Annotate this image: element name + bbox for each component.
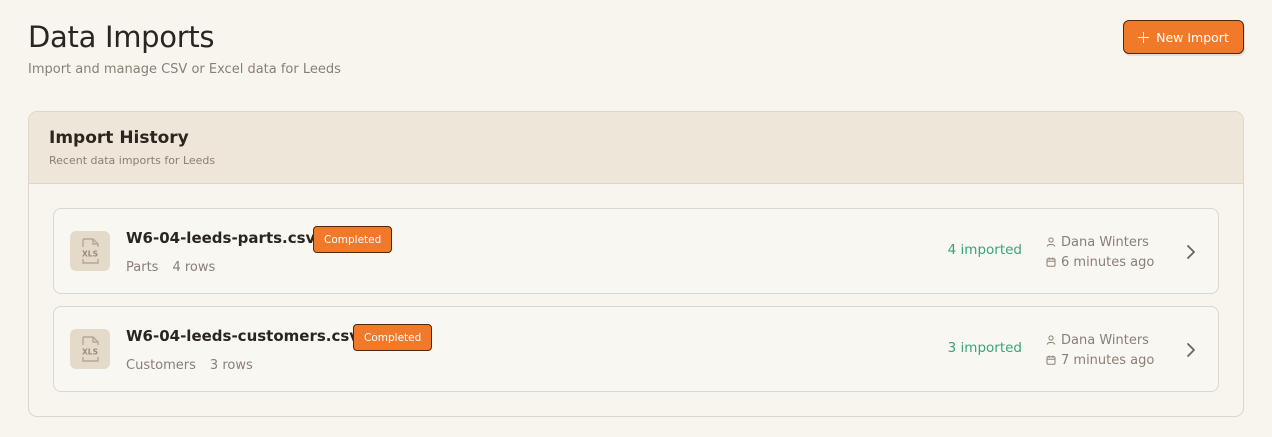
user-icon	[1046, 335, 1056, 345]
imported-count: 3 imported	[947, 340, 1022, 356]
import-row-customers[interactable]: XLS W6-04-leeds-customers.csv Completed …	[53, 306, 1219, 392]
import-row-parts[interactable]: XLS W6-04-leeds-parts.csv Completed Part…	[53, 208, 1219, 294]
data-imports-page: Data Imports Import and manage CSV or Ex…	[0, 0, 1272, 437]
import-time: 7 minutes ago	[1061, 352, 1155, 368]
new-import-button[interactable]: New Import	[1123, 20, 1244, 54]
import-author: Dana Winters 6 minutes ago	[1046, 232, 1154, 272]
svg-text:XLS: XLS	[82, 250, 98, 259]
import-type: Parts	[126, 260, 159, 275]
import-type: Customers	[126, 358, 196, 373]
plus-icon	[1138, 31, 1150, 43]
status-badge: Completed	[353, 324, 433, 351]
import-author: Dana Winters 7 minutes ago	[1046, 330, 1154, 370]
xls-file-icon: XLS	[70, 231, 110, 271]
file-name: W6-04-leeds-parts.csv	[126, 229, 316, 247]
import-history-card: Import History Recent data imports for L…	[28, 111, 1244, 417]
xls-file-icon: XLS	[70, 329, 110, 369]
import-meta: Customers 3 rows	[126, 358, 253, 373]
card-title: Import History	[49, 128, 189, 148]
calendar-icon	[1046, 257, 1056, 267]
user-name: Dana Winters	[1061, 234, 1149, 250]
user-icon	[1046, 237, 1056, 247]
import-time: 6 minutes ago	[1061, 254, 1155, 270]
calendar-icon	[1046, 355, 1056, 365]
file-name: W6-04-leeds-customers.csv	[126, 327, 360, 345]
import-meta: Parts 4 rows	[126, 260, 215, 275]
imported-count: 4 imported	[947, 242, 1022, 258]
user-name: Dana Winters	[1061, 332, 1149, 348]
chevron-right-icon[interactable]	[1184, 243, 1198, 261]
card-subtitle: Recent data imports for Leeds	[49, 154, 216, 167]
svg-text:XLS: XLS	[82, 348, 98, 357]
page-subtitle: Import and manage CSV or Excel data for …	[28, 62, 341, 77]
page-title: Data Imports	[28, 20, 215, 54]
card-header: Import History Recent data imports for L…	[29, 112, 1243, 184]
row-count: 4 rows	[172, 260, 216, 275]
status-badge: Completed	[313, 226, 393, 253]
new-import-label: New Import	[1156, 29, 1229, 45]
chevron-right-icon[interactable]	[1184, 341, 1198, 359]
row-count: 3 rows	[209, 358, 253, 373]
